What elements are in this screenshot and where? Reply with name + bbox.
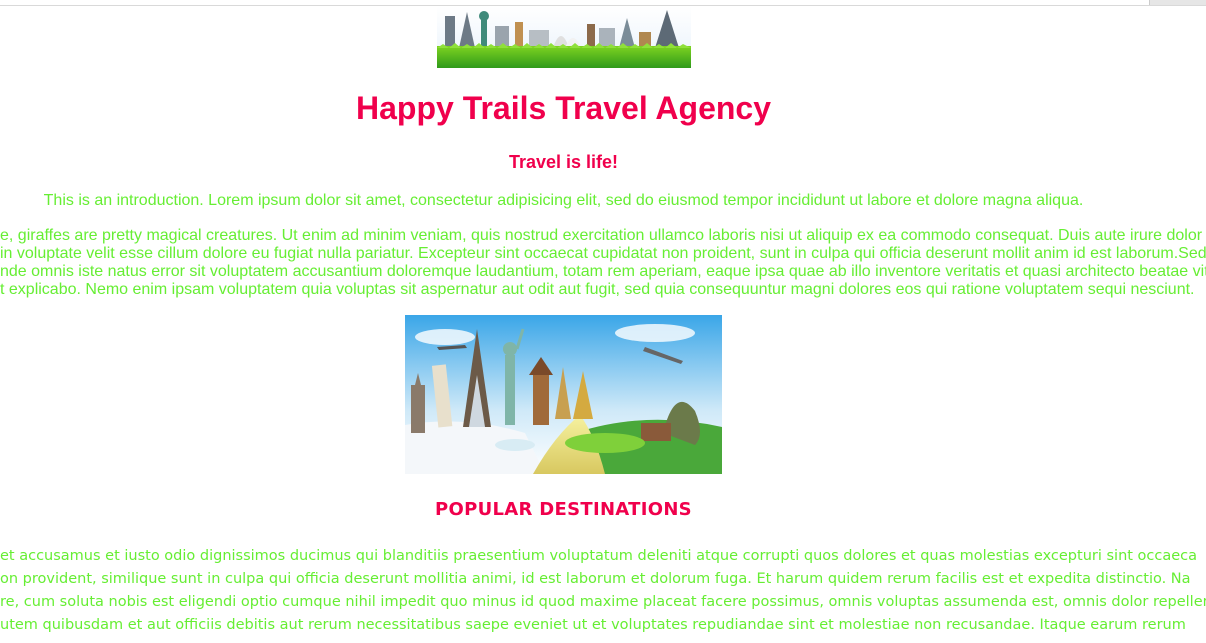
- world-landmarks-banner-icon: [437, 6, 691, 68]
- page-title: Happy Trails Travel Agency: [356, 90, 771, 126]
- destinations-line: re, cum soluta nobis est eligendi optio …: [0, 594, 1206, 610]
- destinations-line: et accusamus et iusto odio dignissimos d…: [0, 548, 1198, 564]
- scrollbar-track[interactable]: [1149, 0, 1206, 5]
- destinations-line: utem quibusdam et aut officiis debitis a…: [0, 617, 1186, 633]
- paragraph-line: in voluptate velit esse cillum dolore eu…: [0, 245, 1206, 262]
- page-subtitle: Travel is life!: [508, 152, 619, 172]
- popular-destinations-heading: POPULAR DESTINATIONS: [435, 499, 692, 520]
- paragraph-line: e, giraffes are pretty magical creatures…: [0, 227, 1206, 244]
- page: Happy Trails Travel Agency Travel is lif…: [0, 0, 1206, 643]
- banner-image: [437, 6, 691, 68]
- destinations-paragraph: et accusamus et iusto odio dignissimos d…: [0, 545, 1206, 637]
- hero-image: [405, 315, 722, 474]
- body-paragraph: e, giraffes are pretty magical creatures…: [0, 227, 1206, 299]
- paragraph-line: t explicabo. Nemo enim ipsam voluptatem …: [0, 281, 1195, 298]
- intro-text: This is an introduction. Lorem ipsum dol…: [43, 192, 1084, 209]
- destinations-line: on provident, similique sunt in culpa qu…: [0, 571, 1191, 587]
- world-travel-landmarks-icon: [405, 315, 722, 474]
- paragraph-line: nde omnis iste natus error sit voluptate…: [0, 263, 1206, 280]
